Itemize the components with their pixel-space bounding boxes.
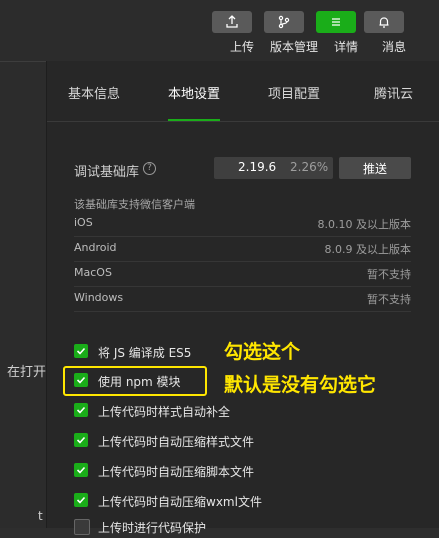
option-label: 将 JS 编译成 ES5 <box>98 346 192 360</box>
option-minify-style[interactable]: 上传代码时自动压缩样式文件 <box>74 430 374 452</box>
option-style-autocomplete[interactable]: 上传代码时样式自动补全 <box>74 400 374 422</box>
option-label: 上传代码时自动压缩样式文件 <box>98 435 255 449</box>
annotation-line2: 默认是没有勾选它 <box>224 374 377 396</box>
annotation-line1: 勾选这个 <box>224 341 301 363</box>
checkbox-checked[interactable] <box>74 403 88 417</box>
tab-local-settings[interactable]: 本地设置 <box>168 83 220 102</box>
branch-icon <box>278 15 290 29</box>
tab-basic-info[interactable]: 基本信息 <box>68 83 120 102</box>
support-title: 该基础库支持微信客户端 <box>74 198 195 211</box>
checkbox-checked[interactable] <box>74 493 88 507</box>
table-row: MacOS 暂不支持 <box>74 261 411 287</box>
table-row: iOS 8.0.10 及以上版本 <box>74 211 411 237</box>
npm-highlight-box <box>63 366 207 396</box>
platform-name: Windows <box>74 291 124 304</box>
platform-name: iOS <box>74 216 93 229</box>
option-minify-wxml[interactable]: 上传代码时自动压缩wxml文件 <box>74 490 374 512</box>
table-row: Windows 暂不支持 <box>74 286 411 312</box>
left-fragment-bottom: t <box>38 509 43 523</box>
left-sidebar <box>0 0 46 528</box>
checkbox-unchecked[interactable] <box>74 519 90 535</box>
version-percent: 2.26% <box>290 160 329 174</box>
menu-icon <box>332 18 340 26</box>
active-tab-indicator <box>168 119 220 121</box>
option-code-protect[interactable]: 上传时进行代码保护 <box>74 516 374 538</box>
tab-project-config[interactable]: 项目配置 <box>268 83 320 102</box>
platform-value: 8.0.9 及以上版本 <box>324 243 412 256</box>
details-button[interactable] <box>316 11 356 33</box>
messages-label: 消息 <box>381 40 406 54</box>
option-label: 上传代码时自动压缩wxml文件 <box>98 495 262 509</box>
checkbox-checked[interactable] <box>74 344 88 358</box>
toolbar: 上传 版本管理 详情 消息 <box>0 0 439 62</box>
upload-button[interactable] <box>212 11 252 33</box>
option-label: 上传代码时样式自动补全 <box>98 405 231 419</box>
version-manage-button[interactable] <box>264 11 304 33</box>
platform-value: 8.0.10 及以上版本 <box>317 218 411 231</box>
bell-icon <box>379 17 389 28</box>
upload-label: 上传 <box>229 40 254 54</box>
tab-bar: 基本信息 本地设置 项目配置 腾讯云 <box>47 61 439 122</box>
checkbox-checked[interactable] <box>74 433 88 447</box>
table-row: Android 8.0.9 及以上版本 <box>74 236 411 262</box>
debug-lib-label: 调试基础库 <box>74 165 140 180</box>
platform-name: Android <box>74 241 117 254</box>
option-minify-script[interactable]: 上传代码时自动压缩脚本文件 <box>74 460 374 482</box>
platform-name: MacOS <box>74 266 112 279</box>
checkbox-checked[interactable] <box>74 463 88 477</box>
upload-icon <box>226 15 238 28</box>
platform-value: 暂不支持 <box>367 268 411 281</box>
push-button[interactable]: 推送 <box>339 157 411 179</box>
version-manage-label: 版本管理 <box>269 40 318 54</box>
platform-value: 暂不支持 <box>367 293 411 306</box>
left-fragment-mid: 在打开 <box>7 365 47 380</box>
version-value: 2.19.6 <box>238 160 277 174</box>
tab-tencent-cloud[interactable]: 腾讯云 <box>374 83 413 102</box>
messages-button[interactable] <box>364 11 404 33</box>
version-select[interactable]: 2.19.6 2.26% <box>214 157 333 179</box>
help-icon[interactable]: ? <box>143 162 156 175</box>
option-label: 上传代码时自动压缩脚本文件 <box>98 465 255 479</box>
